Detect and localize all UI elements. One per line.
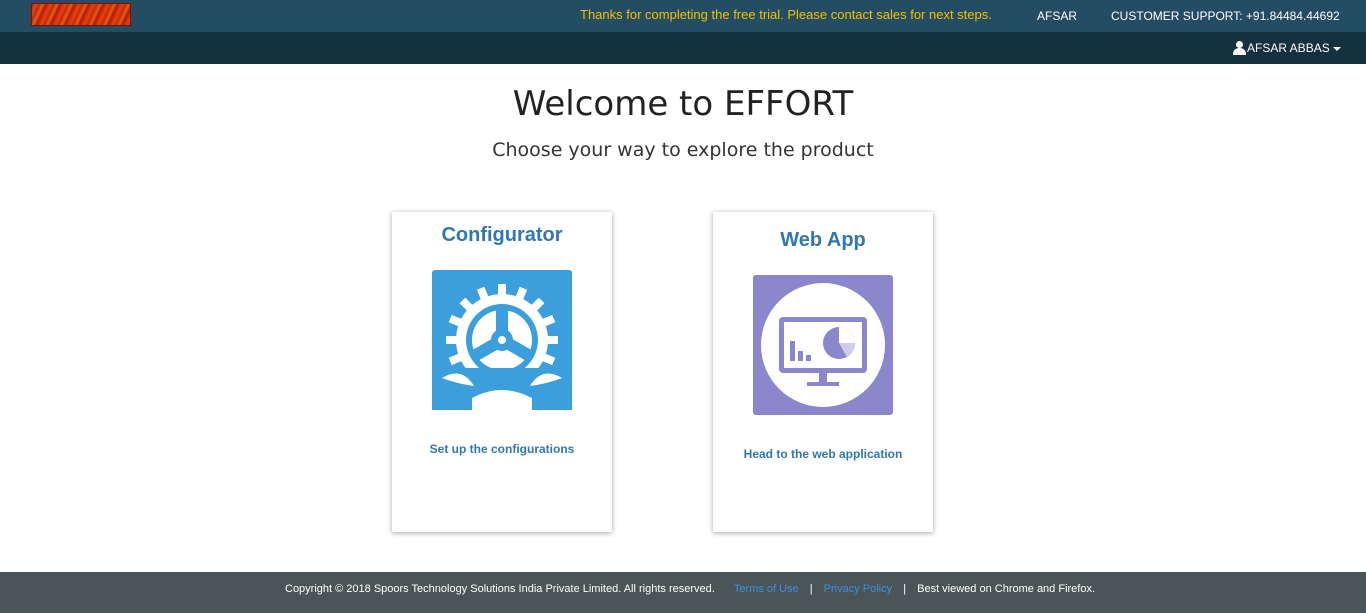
configurator-title: Configurator [441, 224, 563, 246]
user-short-name: AFSAR [1037, 9, 1078, 23]
copyright-text: Copyright © 2018 Spoors Technology Solut… [285, 583, 715, 595]
caret-down-icon [1332, 47, 1341, 51]
gear-icon [432, 270, 572, 410]
footer: Copyright © 2018 Spoors Technology Solut… [0, 572, 1366, 613]
customer-support: CUSTOMER SUPPORT: +91.84484.44692 [1111, 9, 1340, 23]
web-app-description[interactable]: Head to the web application [713, 447, 933, 461]
user-icon [1233, 41, 1246, 55]
footer-separator: | [809, 583, 813, 595]
configurator-card[interactable]: Configurator Set up the configurations [392, 212, 612, 532]
web-app-card[interactable]: Web App Head to the web application [713, 212, 933, 532]
company-logo[interactable] [31, 3, 131, 26]
privacy-policy-link[interactable]: Privacy Policy [824, 583, 892, 595]
navbar: AFSAR ABBAS [0, 32, 1366, 64]
page-title: Welcome to EFFORT [512, 84, 854, 124]
user-name: AFSAR ABBAS [1247, 41, 1330, 55]
configurator-description[interactable]: Set up the configurations [392, 442, 612, 456]
trial-message: Thanks for completing the free trial. Pl… [580, 7, 992, 22]
top-bar: Thanks for completing the free trial. Pl… [0, 0, 1366, 32]
footer-separator: | [903, 583, 907, 595]
terms-of-use-link[interactable]: Terms of Use [734, 583, 799, 595]
browser-note: Best viewed on Chrome and Firefox. [917, 583, 1096, 595]
user-menu[interactable]: AFSAR ABBAS [1233, 41, 1341, 55]
page-subtitle: Choose your way to explore the product [492, 139, 874, 161]
web-app-title: Web App [780, 229, 866, 251]
monitor-chart-icon [753, 275, 893, 415]
